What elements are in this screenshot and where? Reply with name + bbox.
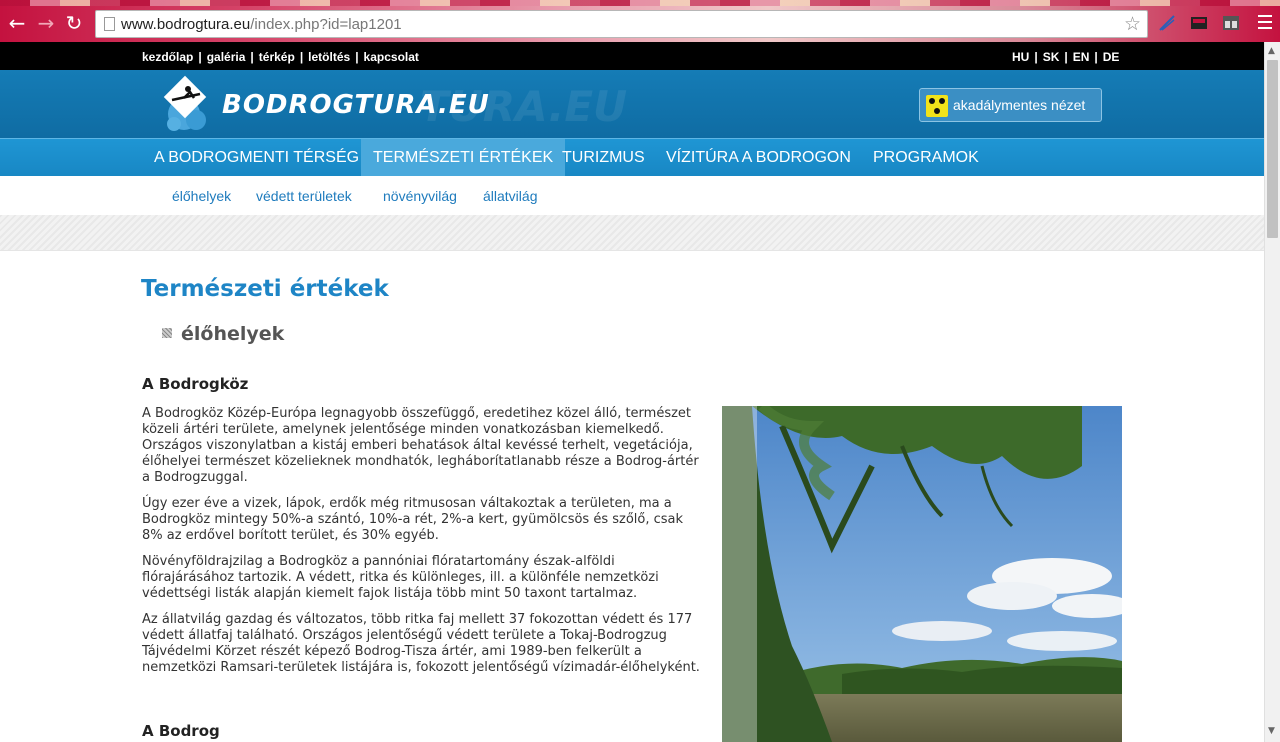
browser-menu-icon[interactable] <box>1258 15 1272 29</box>
nav-bodrogmenti-terseg[interactable]: A BODROGMENTI TÉRSÉG <box>142 139 371 176</box>
forward-icon[interactable]: → <box>35 12 57 34</box>
sub-navigation: élőhelyek védett területek növényvilág á… <box>0 176 1264 215</box>
nav-termeszeti-ertekek[interactable]: TERMÉSZETI ÉRTÉKEK <box>361 139 566 176</box>
bullet-icon <box>162 328 172 338</box>
scroll-down-icon[interactable]: ▼ <box>1268 726 1275 736</box>
nav-vizitura[interactable]: VÍZITÚRA A BODROGON <box>654 139 863 176</box>
paragraph-3: Növényföldrajzilag a Bodrogköz a pannóni… <box>142 554 659 601</box>
kayak-logo-icon[interactable] <box>162 74 214 134</box>
address-bar[interactable]: www.bodrogtura.eu/index.php?id=lap1201 ☆ <box>95 10 1148 38</box>
site-logo-text[interactable]: BODROGTURA.EU <box>222 90 490 120</box>
top-link-map[interactable]: térkép <box>259 50 295 64</box>
heading-bodrog: A Bodrog <box>142 722 220 740</box>
subnav-novenyvilag[interactable]: növényvilág <box>383 188 457 204</box>
top-links: kezdőlap | galéria | térkép | letöltés | kapcsol… <box>142 50 419 64</box>
accessibility-icon <box>926 95 948 117</box>
scrollbar-thumb[interactable] <box>1267 60 1278 238</box>
top-link-contact[interactable]: kapcsolat <box>364 50 419 64</box>
paragraph-4: Az állatvilág gazdag és változatos, több… <box>142 612 700 675</box>
page-title: Természeti értékek <box>141 276 389 302</box>
back-icon[interactable]: ← <box>6 12 28 34</box>
pen-extension-icon[interactable] <box>1158 14 1176 32</box>
site-top-bar: kezdőlap | galéria | térkép | letöltés | kapcsol… <box>0 42 1264 70</box>
subnav-elohelyek[interactable]: élőhelyek <box>172 188 231 204</box>
top-link-download[interactable]: letöltés <box>308 50 350 64</box>
page-scrollbar[interactable]: ▲ ▼ <box>1264 42 1280 742</box>
lang-de[interactable]: DE <box>1103 50 1120 64</box>
decorative-stripe <box>0 215 1264 251</box>
heading-bodrogkoz: A Bodrogköz <box>142 375 249 393</box>
top-link-gallery[interactable]: galéria <box>207 50 246 64</box>
reload-icon[interactable]: ↻ <box>63 12 85 34</box>
nav-turizmus[interactable]: TURIZMUS <box>550 139 657 176</box>
tab-strip <box>0 0 1280 6</box>
accessible-view-button[interactable]: akadálymentes nézet <box>919 88 1102 122</box>
nav-programok[interactable]: PROGRAMOK <box>861 139 991 176</box>
paragraph-2: Úgy ezer éve a vizek, lápok, erdők még r… <box>142 496 684 543</box>
lang-hu[interactable]: HU <box>1012 50 1029 64</box>
accessible-view-label: akadálymentes nézet <box>953 97 1086 113</box>
top-link-home[interactable]: kezdőlap <box>142 50 193 64</box>
main-navigation: A BODROGMENTI TÉRSÉG TERMÉSZETI ÉRTÉKEK … <box>0 138 1264 176</box>
subnav-vedett-teruletek[interactable]: védett területek <box>256 188 352 204</box>
page-icon <box>104 17 115 31</box>
river-landscape-photo <box>722 406 1122 742</box>
bookmark-star-icon[interactable]: ☆ <box>1124 13 1141 35</box>
cast-extension-icon[interactable] <box>1190 14 1208 32</box>
language-switcher: HU | SK | EN | DE <box>1012 50 1120 64</box>
scroll-up-icon[interactable]: ▲ <box>1268 46 1275 56</box>
window-extension-icon[interactable] <box>1222 14 1240 32</box>
url-text: www.bodrogtura.eu/index.php?id=lap1201 <box>121 16 402 33</box>
paragraph-1: A Bodrogköz Közép-Európa legnagyobb össz… <box>142 406 699 485</box>
lang-sk[interactable]: SK <box>1043 50 1060 64</box>
browser-toolbar: ← → ↻ www.bodrogtura.eu/index.php?id=lap… <box>0 0 1280 42</box>
lang-en[interactable]: EN <box>1073 50 1090 64</box>
section-title: élőhelyek <box>181 323 285 345</box>
subnav-allatvilag[interactable]: állatvilág <box>483 188 537 204</box>
